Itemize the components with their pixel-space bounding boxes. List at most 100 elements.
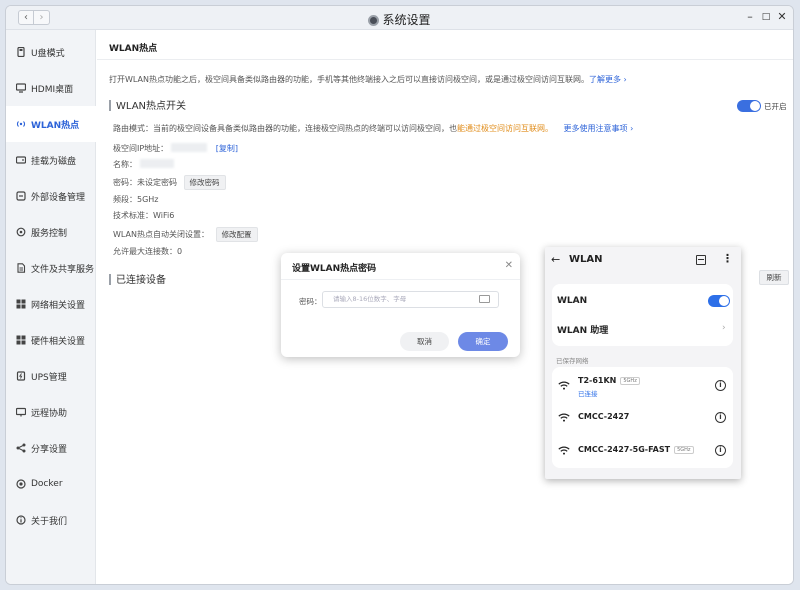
wifi-hotspot-icon xyxy=(16,121,26,127)
hotspot-description: 打开WLAN热点功能之后，极空间具备类似路由器的功能，手机等其他终端接入之后可以… xyxy=(109,74,627,85)
copy-ip-link[interactable]: [复制] xyxy=(216,144,238,153)
confirm-button[interactable]: 确定 xyxy=(458,332,508,351)
sidebar-item-hardware-settings[interactable]: 硬件相关设置 xyxy=(6,322,96,358)
sidebar-item-label: 关于我们 xyxy=(31,516,68,527)
auto-off-label: WLAN热点自动关闭设置： xyxy=(113,230,210,239)
network-name: CMCC-2427-5G-FAST 5GHz xyxy=(578,445,694,454)
password-input[interactable]: 请输入8-16位数字、字母 xyxy=(322,291,499,308)
sidebar-item-label: 挂载为磁盘 xyxy=(31,156,77,167)
sidebar-item-wlan-hotspot[interactable]: WLAN热点 xyxy=(6,106,96,142)
sidebar-item-remote-assist[interactable]: 远程协助 xyxy=(6,394,96,430)
wifi-icon xyxy=(558,446,570,455)
phone-wlan-screenshot: ← WLAN ⋮ WLAN WLAN 助理 › 已保存网络 T2-61KN 5GH… xyxy=(545,247,741,479)
sidebar-item-external-devices[interactable]: 外部设备管理 xyxy=(6,178,96,214)
more-options-icon[interactable]: ⋮ xyxy=(722,252,733,265)
wlan-assistant-label[interactable]: WLAN 助理 xyxy=(557,323,608,336)
sidebar-item-ups[interactable]: UPS管理 xyxy=(6,358,96,394)
sidebar-item-service-control[interactable]: 服务控制 xyxy=(6,214,96,250)
sidebar-item-usb-mode[interactable]: U盘模式 xyxy=(6,34,96,70)
ip-value-redacted xyxy=(171,143,208,152)
password-label: 密码： xyxy=(299,297,322,306)
refresh-button[interactable]: 刷新 xyxy=(759,270,789,285)
sidebar-item-share-settings[interactable]: 分享设置 xyxy=(6,430,96,466)
connected-devices-title: 已连接设备 xyxy=(109,271,166,286)
network-item[interactable]: CMCC-2427 i xyxy=(552,402,733,435)
name-value-redacted xyxy=(140,159,174,168)
network-name: T2-61KN 5GHz xyxy=(578,376,640,385)
network-name-text: T2-61KN xyxy=(578,376,617,385)
maximize-button[interactable]: □ xyxy=(760,11,772,23)
sidebar-item-label: 硬件相关设置 xyxy=(31,336,86,347)
sidebar-item-mount-disk[interactable]: 挂载为磁盘 xyxy=(6,142,96,178)
sidebar-item-label: 外部设备管理 xyxy=(31,192,86,203)
network-info-icon[interactable]: i xyxy=(715,412,726,423)
toggle-knob xyxy=(719,296,729,306)
network-icon xyxy=(16,299,26,309)
close-button[interactable]: ✕ xyxy=(776,11,788,23)
network-info-icon[interactable]: i xyxy=(715,445,726,456)
sidebar-item-label: 分享设置 xyxy=(31,444,68,455)
sidebar-item-label: 服务控制 xyxy=(31,228,68,239)
password-status: 密码：未设定密码 xyxy=(113,178,177,187)
network-name-text: CMCC-2427-5G-FAST xyxy=(578,445,671,454)
service-icon xyxy=(16,227,26,237)
sidebar-item-hdmi-desktop[interactable]: HDMI桌面 xyxy=(6,70,96,106)
file-share-icon xyxy=(17,263,26,273)
hotspot-switch-title: WLAN热点开关 xyxy=(109,97,186,112)
disk-icon xyxy=(16,156,26,164)
watermark: 什么值得买 xyxy=(722,567,772,578)
title-bar: ‹ › 系统设置 – □ ✕ xyxy=(6,6,793,30)
cancel-button[interactable]: 取消 xyxy=(400,332,449,351)
phone-header: ← WLAN ⋮ xyxy=(545,247,741,275)
network-status: 已连接 xyxy=(578,390,598,398)
dialog-title: 设置WLAN热点密码 xyxy=(292,264,377,274)
network-item[interactable]: T2-61KN 5GHz 已连接 i xyxy=(552,369,733,402)
dialog-divider xyxy=(281,279,520,280)
hotspot-toggle-label: 已开启 xyxy=(764,102,787,111)
monitor-icon xyxy=(16,83,26,93)
phone-wlan-toggle[interactable] xyxy=(708,295,730,307)
hotspot-toggle[interactable] xyxy=(737,100,761,112)
band-badge: 5GHz xyxy=(674,446,694,454)
network-info-icon[interactable]: i xyxy=(715,380,726,391)
wlan-switch-label: WLAN xyxy=(557,296,588,306)
sidebar-item-about[interactable]: 关于我们 xyxy=(6,502,96,538)
window-title: 系统设置 xyxy=(6,11,793,28)
password-line: 密码：未设定密码 修改密码 xyxy=(113,175,226,190)
password-placeholder: 请输入8-16位数字、字母 xyxy=(333,295,407,303)
phone-back-icon[interactable]: ← xyxy=(551,253,560,266)
sidebar: U盘模式 HDMI桌面 WLAN热点 挂载为磁盘 外部设备管理 服务控制 文件及… xyxy=(6,30,96,584)
phone-title: WLAN xyxy=(569,254,603,265)
set-password-dialog: 设置WLAN热点密码 ✕ 密码： 请输入8-16位数字、字母 取消 确定 xyxy=(281,253,520,357)
docker-icon xyxy=(16,479,26,489)
keyboard-icon[interactable] xyxy=(479,295,490,303)
ups-icon xyxy=(16,371,26,381)
network-name-text: CMCC-2427 xyxy=(578,412,630,421)
header-divider xyxy=(97,59,793,60)
more-notes-link[interactable]: 更多使用注意事项 › xyxy=(564,124,634,133)
saved-networks-label: 已保存网络 xyxy=(556,357,589,365)
sidebar-item-docker[interactable]: Docker xyxy=(6,466,96,502)
learn-more-link[interactable]: 了解更多 › xyxy=(589,75,627,84)
sidebar-item-label: 网络相关设置 xyxy=(31,300,86,311)
change-config-button[interactable]: 修改配置 xyxy=(215,227,258,242)
sidebar-item-network-settings[interactable]: 网络相关设置 xyxy=(6,286,96,322)
router-mode-text: 路由模式：当前的极空间设备具备类似路由器的功能，连接极空间热点的终端可以访问极空… xyxy=(113,124,457,133)
name-line: 名称： xyxy=(113,159,174,170)
sidebar-item-file-share[interactable]: 文件及共享服务 xyxy=(6,250,96,286)
saved-networks-card: T2-61KN 5GHz 已连接 i CMCC-2427 i CMCC-2427-… xyxy=(552,367,733,468)
change-password-button[interactable]: 修改密码 xyxy=(183,175,226,190)
tech-standard-line: 技术标准：WiFi6 xyxy=(113,211,175,220)
network-item[interactable]: CMCC-2427-5G-FAST 5GHz i xyxy=(552,435,733,468)
minimize-button[interactable]: – xyxy=(744,11,756,23)
scan-icon[interactable] xyxy=(696,255,706,265)
info-icon xyxy=(16,515,26,525)
network-name: CMCC-2427 xyxy=(578,412,629,421)
chevron-right-icon: › xyxy=(722,323,726,333)
dialog-close-icon[interactable]: ✕ xyxy=(505,260,513,271)
remote-icon xyxy=(16,407,26,417)
sidebar-item-label: U盘模式 xyxy=(31,48,65,59)
wifi-icon xyxy=(558,413,570,422)
router-mode-line: 路由模式：当前的极空间设备具备类似路由器的功能，连接极空间热点的终端可以访问极空… xyxy=(113,123,633,134)
sidebar-item-label: HDMI桌面 xyxy=(31,84,74,95)
